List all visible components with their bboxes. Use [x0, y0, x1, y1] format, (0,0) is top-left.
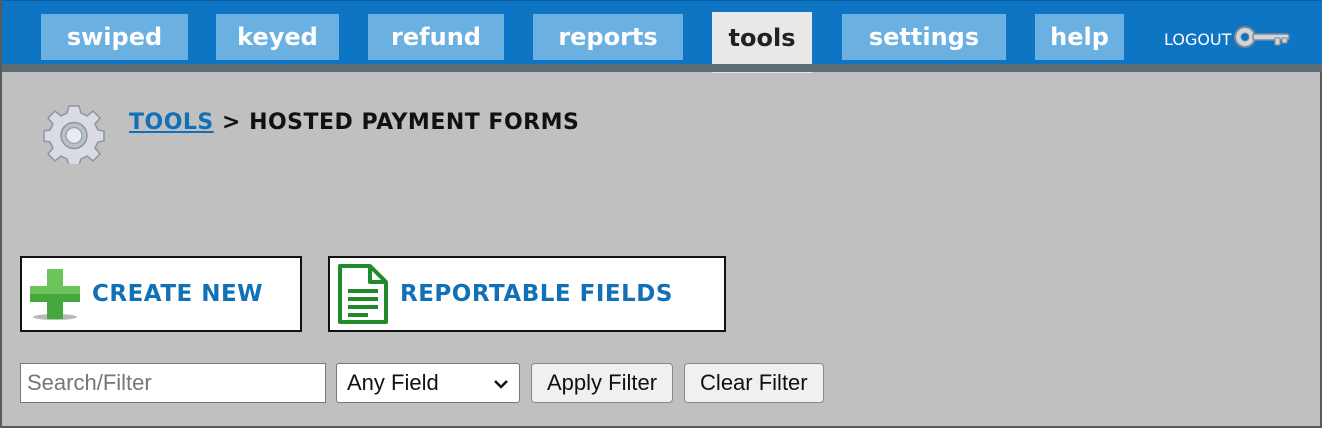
tab-refund[interactable]: refund — [368, 14, 504, 60]
breadcrumb-separator: > — [221, 110, 241, 135]
reportable-fields-button[interactable]: REPORTABLE FIELDS — [328, 256, 726, 332]
key-icon — [1231, 24, 1293, 54]
apply-filter-button[interactable]: Apply Filter — [531, 363, 674, 403]
field-select[interactable]: Any Field — [336, 363, 520, 403]
gear-icon — [42, 100, 106, 166]
logout-label: LOGOUT — [1164, 29, 1232, 49]
filter-bar: Any Field Apply Filter Clear Filter — [20, 363, 824, 403]
create-new-label: CREATE NEW — [92, 281, 264, 307]
create-new-button[interactable]: CREATE NEW — [20, 256, 302, 332]
search-input[interactable] — [20, 363, 326, 403]
breadcrumb-current: HOSTED PAYMENT FORMS — [249, 110, 580, 135]
plus-icon — [28, 267, 82, 321]
reportable-fields-label: REPORTABLE FIELDS — [400, 281, 673, 307]
tab-help[interactable]: help — [1035, 14, 1124, 60]
tab-reports[interactable]: reports — [533, 14, 683, 60]
breadcrumb-trail: TOOLS > HOSTED PAYMENT FORMS — [129, 110, 579, 135]
clear-filter-button[interactable]: Clear Filter — [684, 363, 824, 403]
tab-keyed[interactable]: keyed — [216, 14, 339, 60]
breadcrumb: TOOLS > HOSTED PAYMENT FORMS — [42, 100, 579, 170]
tab-settings[interactable]: settings — [842, 14, 1006, 60]
page-frame: swiped keyed refund reports tools settin… — [0, 0, 1322, 428]
nav-divider — [2, 64, 1322, 72]
chevron-down-icon — [493, 370, 509, 396]
logout-button[interactable]: LOGOUT — [1164, 24, 1293, 54]
field-select-value: Any Field — [347, 370, 439, 395]
document-icon — [336, 263, 390, 325]
breadcrumb-link-tools[interactable]: TOOLS — [129, 110, 214, 135]
top-nav: swiped keyed refund reports tools settin… — [2, 0, 1322, 73]
tab-swiped[interactable]: swiped — [41, 14, 188, 60]
